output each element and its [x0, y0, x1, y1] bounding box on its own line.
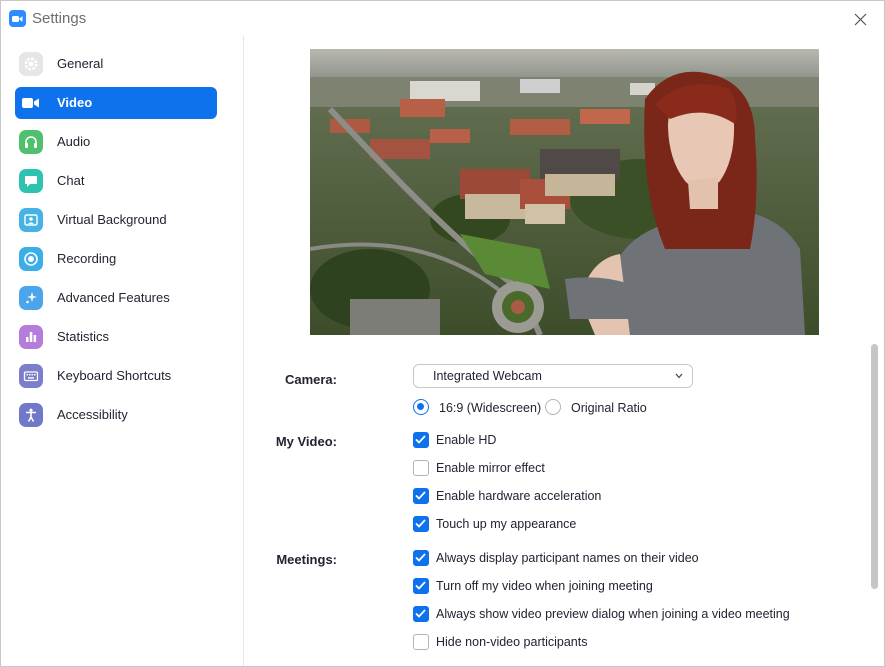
sidebar-item-advanced-features[interactable]: Advanced Features	[15, 282, 217, 314]
sidebar-item-label: Keyboard Shortcuts	[57, 368, 172, 383]
sidebar-item-label: Statistics	[57, 329, 110, 344]
turn-off-video-label: Turn off my video when joining meeting	[436, 579, 653, 593]
camera-select[interactable]: Integrated Webcam	[413, 364, 693, 388]
turn-off-video-checkbox[interactable]	[413, 578, 429, 594]
checkmark-icon	[415, 435, 426, 444]
sidebar-item-label: General	[57, 56, 104, 71]
widescreen-radio[interactable]	[413, 399, 429, 415]
headphones-icon	[19, 130, 43, 154]
sidebar-item-label: Chat	[57, 173, 85, 188]
title-bar: Settings	[1, 1, 884, 36]
sidebar-item-label: Audio	[57, 134, 91, 149]
settings-sidebar: General Video Audio Chat Virtual Backgro	[1, 36, 244, 666]
mirror-effect-label: Enable mirror effect	[436, 461, 545, 475]
content-scrollbar[interactable]	[869, 36, 884, 666]
accessibility-icon	[19, 403, 43, 427]
settings-window: Settings General Video Audio Chat Virtua…	[0, 0, 885, 667]
display-participant-names-label: Always display participant names on thei…	[436, 551, 699, 565]
chat-bubble-icon	[19, 169, 43, 193]
sidebar-item-label: Recording	[57, 251, 117, 266]
bar-chart-icon	[19, 325, 43, 349]
camera-label: Camera:	[284, 372, 337, 387]
video-camera-icon	[19, 91, 43, 115]
video-preview-dialog-label: Always show video preview dialog when jo…	[436, 607, 790, 621]
original-ratio-radio-label: Original Ratio	[571, 401, 647, 415]
checkmark-icon	[415, 519, 426, 528]
sidebar-item-statistics[interactable]: Statistics	[15, 321, 217, 353]
chevron-down-icon	[675, 373, 683, 379]
camera-select-value: Integrated Webcam	[433, 369, 542, 383]
display-participant-names-checkbox[interactable]	[413, 550, 429, 566]
sidebar-item-keyboard-shortcuts[interactable]: Keyboard Shortcuts	[15, 360, 217, 392]
touch-up-appearance-checkbox[interactable]	[413, 516, 429, 532]
sidebar-item-label: Virtual Background	[57, 212, 167, 227]
gear-icon	[19, 52, 43, 76]
original-ratio-radio[interactable]	[545, 399, 561, 415]
sidebar-item-video[interactable]: Video	[15, 87, 217, 119]
checkmark-icon	[415, 491, 426, 500]
sidebar-item-chat[interactable]: Chat	[15, 165, 217, 197]
my-video-label: My Video:	[275, 434, 337, 449]
hide-non-video-label: Hide non-video participants	[436, 635, 588, 649]
checkmark-icon	[415, 609, 426, 618]
close-button[interactable]	[848, 7, 872, 31]
record-icon	[19, 247, 43, 271]
checkmark-icon	[415, 553, 426, 562]
enable-hd-checkbox[interactable]	[413, 432, 429, 448]
scrollbar-thumb[interactable]	[871, 344, 878, 589]
touch-up-appearance-label: Touch up my appearance	[436, 517, 577, 531]
keyboard-icon	[19, 364, 43, 388]
window-title: Settings	[32, 10, 87, 27]
meetings-label: Meetings:	[276, 552, 337, 567]
video-settings-panel: Camera: Integrated Webcam 16:9 (Widescre…	[245, 36, 869, 666]
camera-preview	[310, 49, 819, 335]
hardware-acceleration-label: Enable hardware acceleration	[436, 489, 602, 503]
sidebar-item-accessibility[interactable]: Accessibility	[15, 399, 217, 431]
hardware-acceleration-checkbox[interactable]	[413, 488, 429, 504]
sidebar-item-recording[interactable]: Recording	[15, 243, 217, 275]
sparkle-icon	[19, 286, 43, 310]
enable-hd-label: Enable HD	[436, 433, 497, 447]
sidebar-item-label: Video	[57, 95, 93, 110]
sidebar-item-label: Advanced Features	[57, 290, 170, 305]
sidebar-item-audio[interactable]: Audio	[15, 126, 217, 158]
sidebar-item-label: Accessibility	[57, 407, 128, 422]
mirror-effect-checkbox[interactable]	[413, 460, 429, 476]
hide-non-video-checkbox[interactable]	[413, 634, 429, 650]
video-preview-dialog-checkbox[interactable]	[413, 606, 429, 622]
sidebar-item-general[interactable]: General	[15, 48, 217, 80]
checkmark-icon	[415, 581, 426, 590]
sidebar-item-virtual-background[interactable]: Virtual Background	[15, 204, 217, 236]
close-icon	[854, 13, 866, 25]
zoom-logo-icon	[9, 10, 26, 27]
person-card-icon	[19, 208, 43, 232]
widescreen-radio-label: 16:9 (Widescreen)	[439, 401, 542, 415]
